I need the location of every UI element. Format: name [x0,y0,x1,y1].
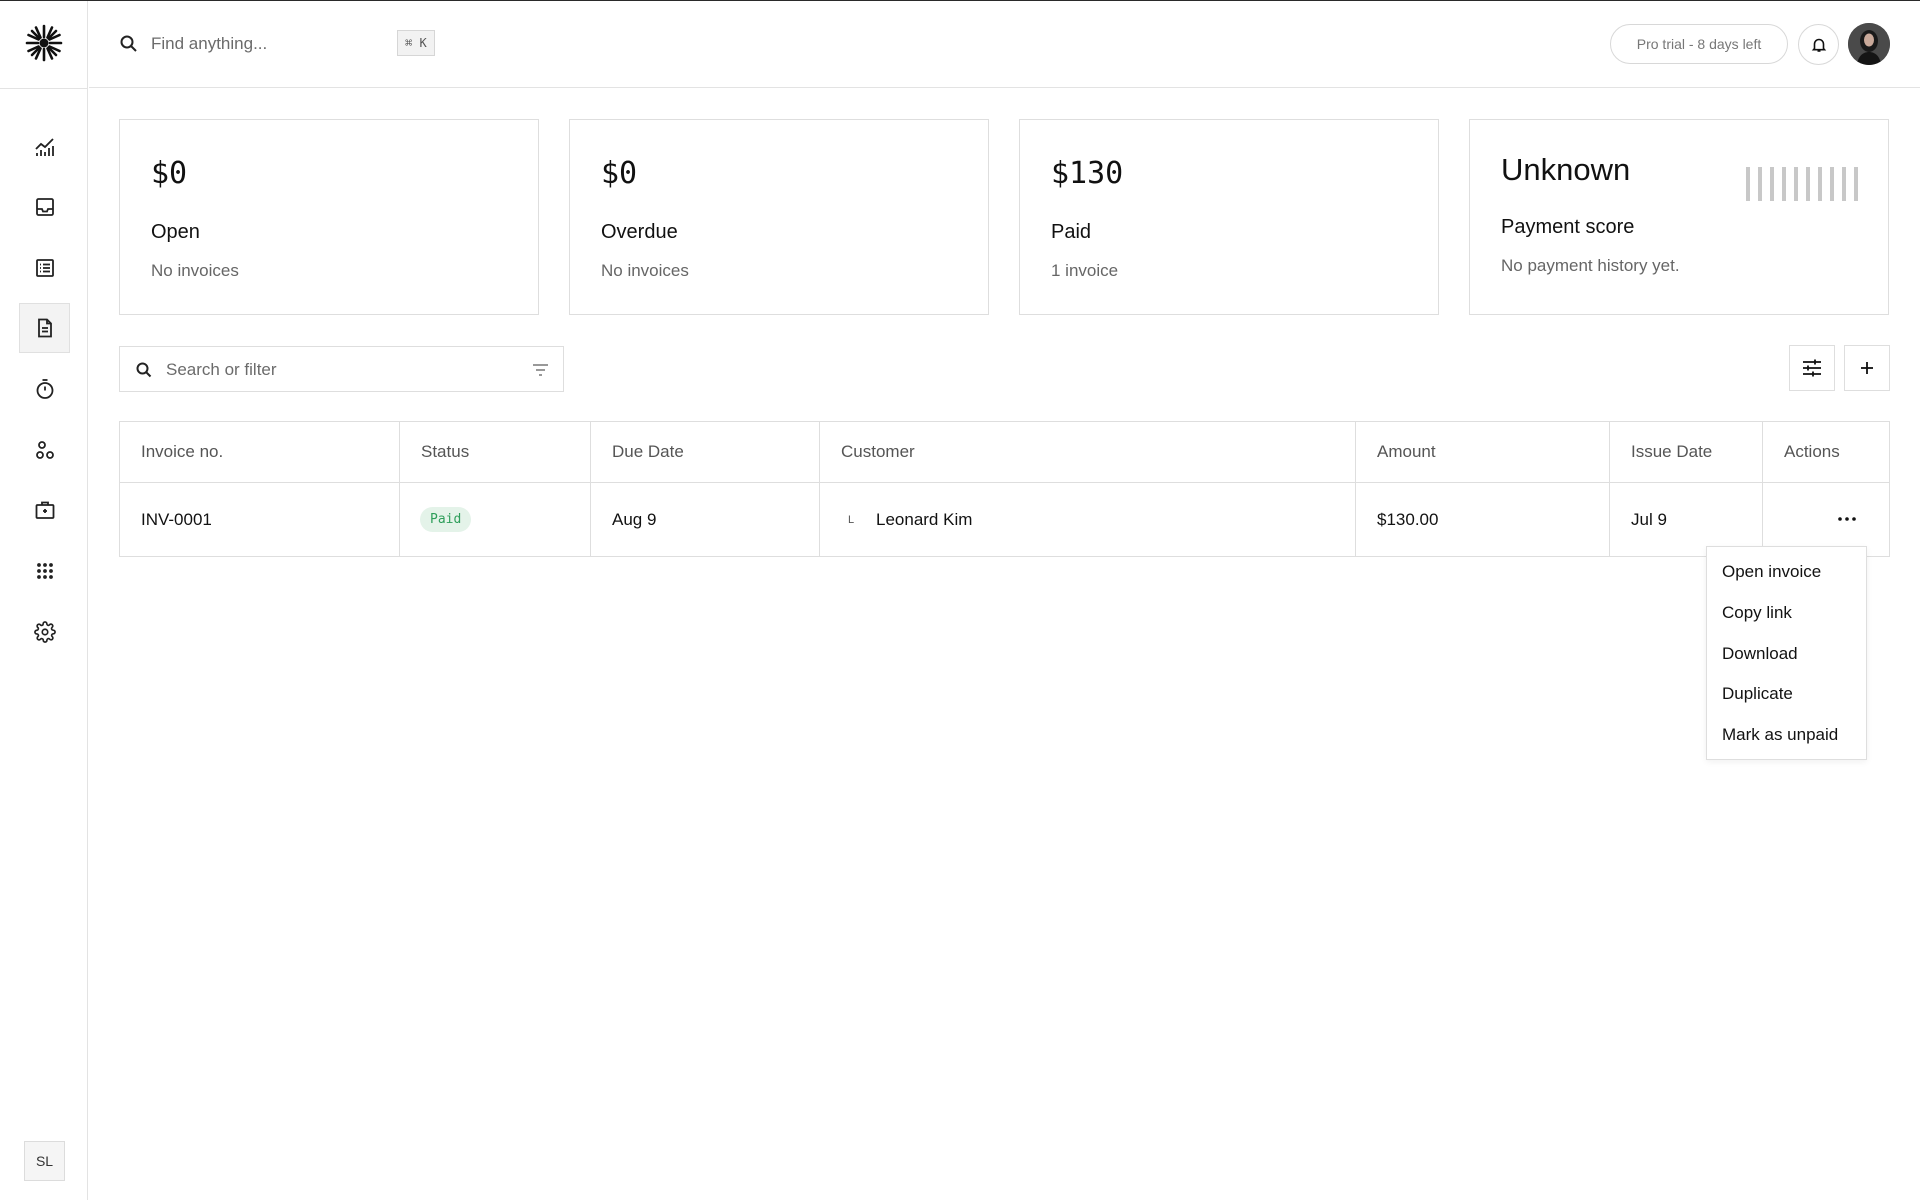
card-label: Open [151,221,200,243]
customer-cell: L Leonard Kim [820,483,1356,556]
amount: $130.00 [1356,483,1610,556]
more-horizontal-icon [1838,517,1856,521]
logo-icon[interactable] [22,21,66,65]
row-actions-button[interactable] [1829,507,1865,531]
status-cell: Paid [400,483,591,556]
header: ⌘ K Pro trial - 8 days left [89,1,1920,88]
menu-item-duplicate[interactable]: Duplicate [1707,674,1866,715]
card-label: Overdue [601,221,678,243]
payment-score-meter [1746,167,1858,201]
shortcut-hint: ⌘ K [397,30,435,56]
summary-card-paid[interactable]: $130 Paid 1 invoice [1019,119,1439,315]
card-label: Paid [1051,221,1092,243]
vault-icon [35,501,54,519]
sidebar-item-overview[interactable] [19,122,70,172]
chart-icon [34,138,54,156]
summary-card-overdue[interactable]: $0 Overdue No invoices [569,119,989,315]
search-filter-input[interactable] [166,355,506,385]
search-icon [136,362,152,378]
customers-icon [35,441,54,459]
card-subtext: No invoices [151,261,239,280]
column-settings-button[interactable] [1789,345,1835,391]
menu-item-mark-as-unpaid[interactable]: Mark as unpaid [1707,715,1866,756]
card-amount: $0 [601,156,638,191]
customer-avatar: L [847,513,855,526]
sidebar-item-inbox[interactable] [19,182,70,232]
card-label: Payment score [1501,216,1635,238]
search-icon [120,35,137,52]
bell-icon [1811,38,1826,52]
summary-card-open[interactable]: $0 Open No invoices [119,119,539,315]
status-badge: Paid [420,507,472,532]
invoices-table: Invoice no. Status Due Date Customer Amo… [119,421,1890,557]
column-header-actions: Actions [1784,442,1840,461]
card-subtext: 1 invoice [1051,261,1119,280]
card-subtext: No invoices [601,261,689,280]
filter-icon[interactable] [532,362,549,378]
column-header-customer[interactable]: Customer [820,422,1356,482]
column-header-invoice-no[interactable]: Invoice no. [120,422,400,482]
sidebar-item-customers[interactable] [19,425,70,475]
settings-icon [33,621,56,643]
card-subtext: No payment history yet. [1501,256,1680,275]
sidebar-item-transactions[interactable] [19,243,70,293]
filter-bar [119,346,564,392]
column-header-status[interactable]: Status [400,422,591,482]
invoice-number: INV-0001 [120,483,400,556]
sidebar-item-tracker[interactable] [19,364,70,414]
column-header-amount[interactable]: Amount [1356,422,1610,482]
plus-icon [1861,362,1873,374]
sidebar-item-apps[interactable] [19,546,70,596]
apps-icon [36,563,53,579]
sidebar-item-invoices[interactable] [19,303,70,353]
card-amount: $130 [1051,156,1124,191]
notifications-button[interactable] [1798,24,1839,65]
menu-item-copy-link[interactable]: Copy link [1707,593,1866,634]
column-header-issue-date[interactable]: Issue Date [1610,422,1763,482]
summary-card-payment-score: Unknown Payment score No payment history… [1469,119,1889,315]
global-search-input[interactable] [151,29,381,59]
inbox-icon [35,198,54,216]
due-date: Aug 9 [591,483,820,556]
sidebar-divider [0,88,88,89]
card-amount: $0 [151,156,188,191]
invoice-icon [37,318,52,338]
menu-item-open-invoice[interactable]: Open invoice [1707,552,1866,593]
user-initials-button[interactable]: SL [24,1141,65,1181]
avatar[interactable] [1848,23,1890,65]
sidebar: SL [0,1,88,1200]
table-row[interactable]: INV-0001 Paid Aug 9 L Leonard Kim $130.0… [120,483,1889,556]
trial-badge[interactable]: Pro trial - 8 days left [1610,24,1788,64]
sliders-icon [1803,359,1821,377]
menu-item-download[interactable]: Download [1707,633,1866,674]
create-invoice-button[interactable] [1844,345,1890,391]
timer-icon [36,379,53,399]
table-header: Invoice no. Status Due Date Customer Amo… [120,422,1889,483]
card-amount: Unknown [1501,152,1631,187]
column-header-due-date[interactable]: Due Date [591,422,820,482]
sidebar-item-settings[interactable] [19,607,70,657]
transactions-icon [35,259,54,277]
customer-name: Leonard Kim [876,509,973,529]
sidebar-item-vault[interactable] [19,485,70,535]
row-actions-menu: Open invoice Copy link Download Duplicat… [1706,546,1867,760]
